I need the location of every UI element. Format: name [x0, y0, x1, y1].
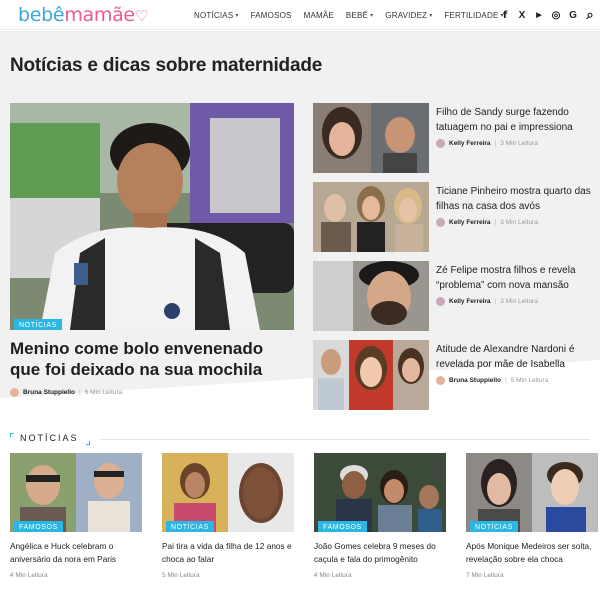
hero-category-tag[interactable]: NOTÍCIAS — [14, 319, 62, 330]
hero-photo — [10, 103, 294, 330]
author-avatar[interactable] — [436, 139, 445, 148]
social-links: f X ▶ ◎ G ⌕ — [499, 0, 596, 30]
instagram-icon[interactable]: ◎ — [550, 9, 562, 21]
card-read-time: 4 Min Leitura — [314, 572, 352, 579]
card-title[interactable]: Angélica e Huck celebram o aniversário d… — [10, 540, 144, 565]
author-avatar[interactable] — [10, 388, 19, 397]
author-avatar[interactable] — [436, 297, 445, 306]
card-read-time: 4 Min Leitura — [10, 572, 48, 579]
hero-meta: Bruna Stuppiello | 6 Min Leitura — [10, 388, 122, 397]
chevron-down-icon: ▾ — [235, 12, 239, 19]
main-nav: NOTÍCIAS ▾ FAMOSOS MAMÃE BEBÊ ▾ GRAVIDEZ ▾ … — [188, 0, 510, 30]
card-thumbnail[interactable]: NOTÍCIAS — [466, 453, 598, 532]
card-title[interactable]: João Gomes celebra 9 meses do caçula e f… — [314, 540, 448, 565]
hero-read-time: 6 Min Leitura — [84, 389, 123, 396]
card-thumbnail[interactable]: FAMOSOS — [10, 453, 142, 532]
nav-item-noticias[interactable]: NOTÍCIAS ▾ — [188, 0, 245, 30]
nav-item-mamae[interactable]: MAMÃE — [298, 0, 340, 30]
author-avatar[interactable] — [436, 376, 445, 385]
side-article-thumbnail[interactable] — [313, 182, 429, 252]
card-title[interactable]: Pai tira a vida da filha de 12 anos e ch… — [162, 540, 296, 565]
heart-logo-icon: ♡ — [134, 7, 148, 25]
card-read-time: 5 Min Leitura — [162, 572, 200, 579]
side-article: Filho de Sandy surge fazendo tatuagem no… — [313, 103, 600, 173]
side-article-meta: Kelly Ferreira | 3 Min Leitura — [436, 218, 538, 227]
nav-item-famosos[interactable]: FAMOSOS — [245, 0, 298, 30]
site-logo[interactable]: bebêmamãe♡ — [18, 3, 148, 28]
side-article-title[interactable]: Filho de Sandy surge fazendo tatuagem no… — [436, 105, 596, 135]
author-avatar[interactable] — [436, 218, 445, 227]
facebook-icon[interactable]: f — [499, 9, 511, 21]
side-article-thumbnail[interactable] — [313, 261, 429, 331]
side-article-meta: Kelly Ferreira | 3 Min Leitura — [436, 139, 538, 148]
chevron-down-icon: ▾ — [429, 12, 433, 19]
side-article: Ticiane Pinheiro mostra quarto das filha… — [313, 182, 600, 252]
chevron-down-icon: ▾ — [370, 12, 374, 19]
card-category-tag[interactable]: FAMOSOS — [14, 521, 63, 532]
google-icon[interactable]: G — [567, 9, 579, 21]
card-thumbnail[interactable]: NOTÍCIAS — [162, 453, 294, 532]
side-article: Atitude de Alexandre Nardoni é revelada … — [313, 340, 600, 410]
site-header: bebêmamãe♡ NOTÍCIAS ▾ FAMOSOS MAMÃE BEBÊ ▾… — [0, 0, 600, 30]
hero-title[interactable]: Menino come bolo envenenado que foi deix… — [10, 338, 295, 380]
card-title[interactable]: Após Monique Medeiros ser solta, revelaç… — [466, 540, 600, 565]
nav-item-bebe[interactable]: BEBÊ ▾ — [340, 0, 379, 30]
side-article-title[interactable]: Ticiane Pinheiro mostra quarto das filha… — [436, 184, 596, 214]
side-article-thumbnail[interactable] — [313, 103, 429, 173]
side-article: Zé Felipe mostra filhos e revela “proble… — [313, 261, 600, 331]
card-category-tag[interactable]: NOTÍCIAS — [470, 521, 518, 532]
side-article-title[interactable]: Zé Felipe mostra filhos e revela “proble… — [436, 263, 596, 293]
side-article-title[interactable]: Atitude de Alexandre Nardoni é revelada … — [436, 342, 596, 372]
side-article-thumbnail[interactable] — [313, 340, 429, 410]
page-title: Notícias e dicas sobre maternidade — [10, 55, 323, 76]
card-read-time: 7 Min Leitura — [466, 572, 504, 579]
youtube-icon[interactable]: ▶ — [533, 9, 545, 21]
side-article-meta: Kelly Ferreira | 3 Min Leitura — [436, 297, 538, 306]
hero-image[interactable]: NOTÍCIAS — [10, 103, 294, 330]
card-thumbnail[interactable]: FAMOSOS — [314, 453, 446, 532]
section-header: NOTÍCIAS — [10, 433, 590, 445]
card-category-tag[interactable]: FAMOSOS — [318, 521, 367, 532]
nav-item-gravidez[interactable]: GRAVIDEZ ▾ — [379, 0, 438, 30]
hero-author[interactable]: Bruna Stuppiello — [23, 389, 75, 396]
section-title[interactable]: NOTÍCIAS — [20, 433, 79, 443]
section-divider — [100, 439, 590, 440]
side-article-meta: Bruna Stuppiello | 5 Min Leitura — [436, 376, 548, 385]
card-category-tag[interactable]: NOTÍCIAS — [166, 521, 214, 532]
search-icon[interactable]: ⌕ — [584, 7, 596, 22]
x-twitter-icon[interactable]: X — [516, 9, 528, 21]
